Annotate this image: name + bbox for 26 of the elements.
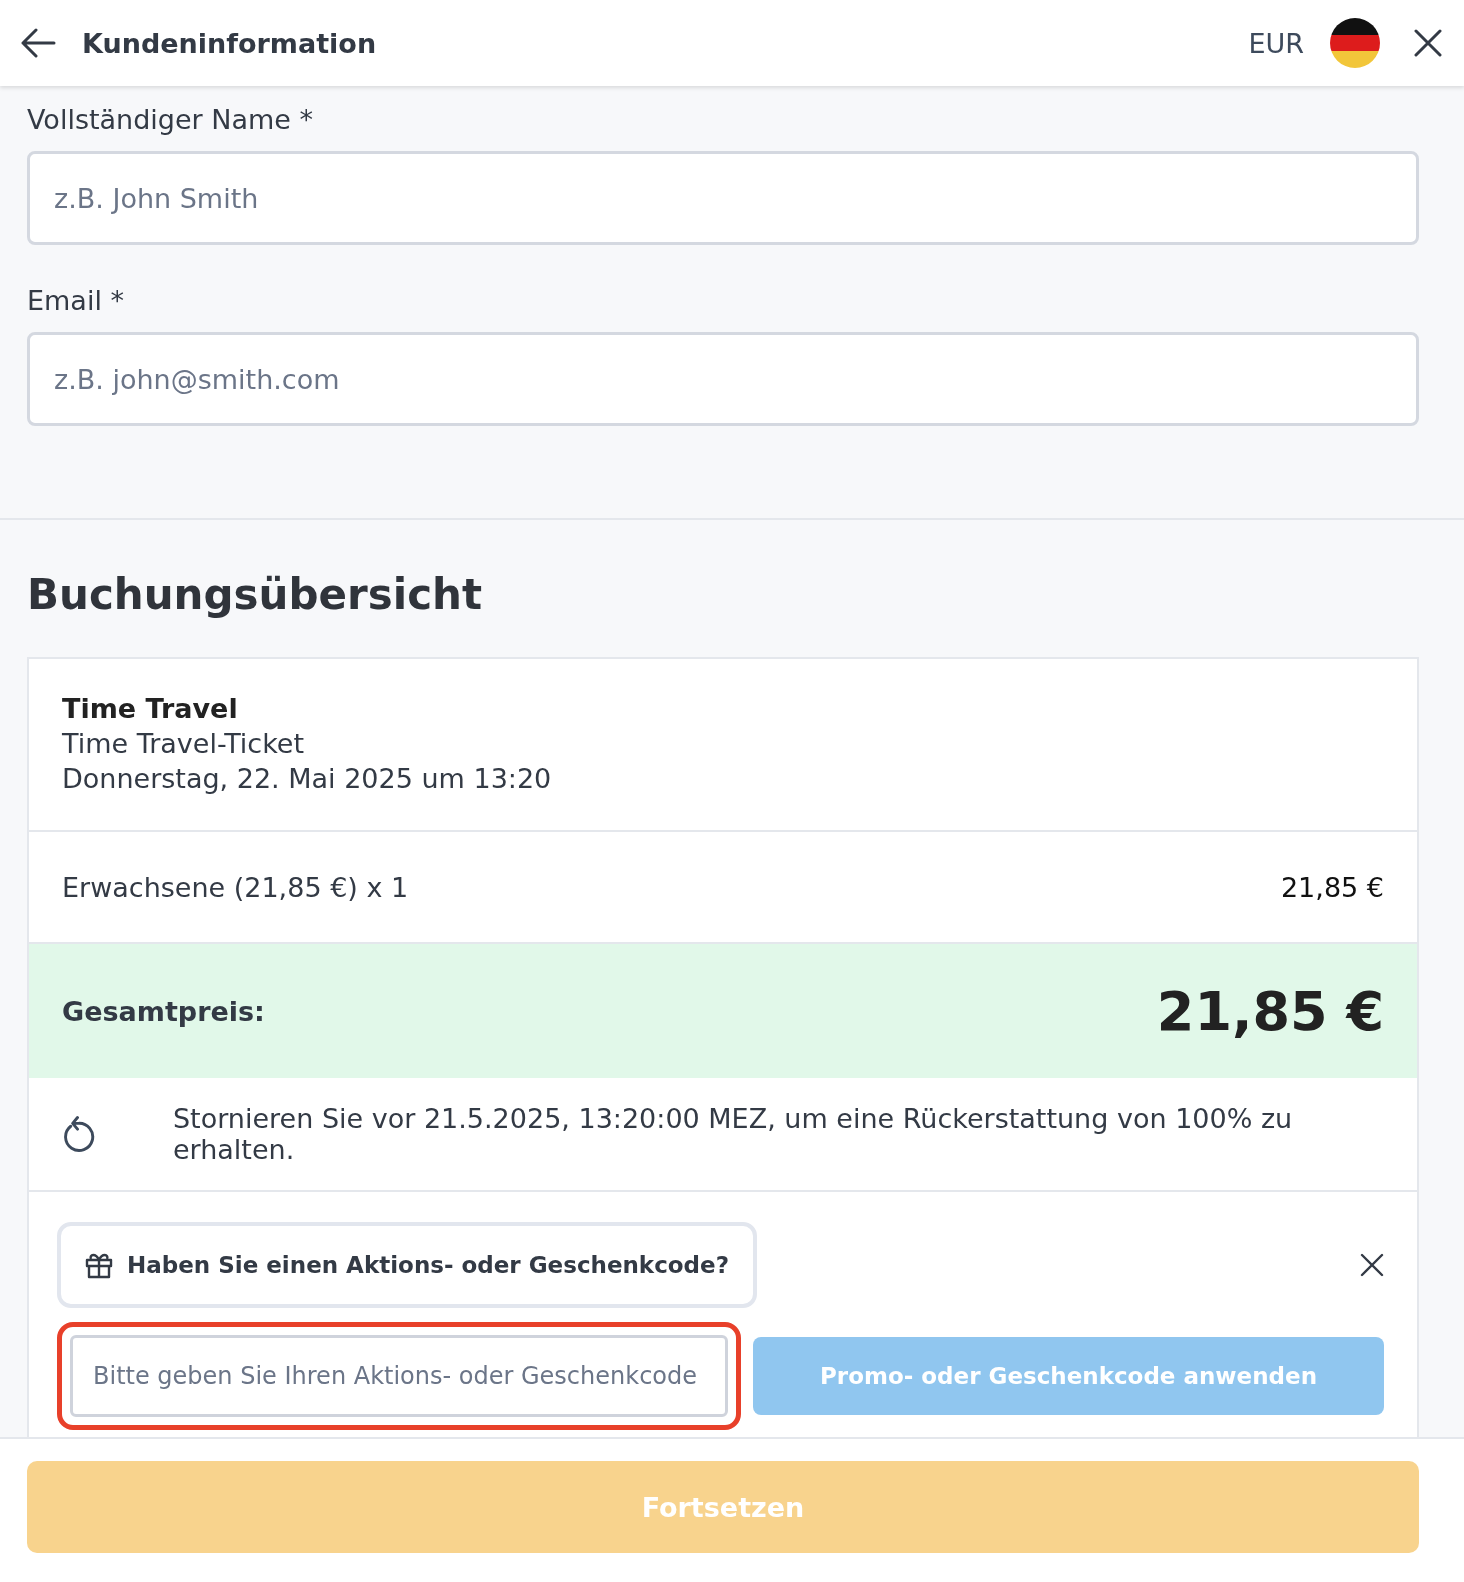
product-name: Time Travel	[62, 693, 239, 724]
flag-icon[interactable]	[1330, 18, 1380, 68]
input-field[interactable]: z.B. john@smith.com	[27, 332, 1419, 426]
close-button[interactable]	[1414, 29, 1442, 57]
back-icon	[20, 28, 56, 58]
booking-date: Donnerstag, 22. Mai 2025 um 13:20	[62, 763, 553, 794]
cancellation-note: Stornieren Sie vor 21.5.2025, 13:20:00 MEZ, um eine Rückerstattung von 100% zu erhalten.	[172, 1103, 1294, 1165]
close-button[interactable]	[1360, 1253, 1384, 1277]
promo-code-field[interactable]: Bitte geben Sie Ihren Aktions- oder Geschenkcode	[57, 1322, 741, 1430]
ticket-type: Time Travel-Ticket	[62, 728, 306, 759]
field-label: Email *	[27, 285, 125, 316]
close-icon	[1414, 29, 1442, 57]
total-label: Gesamtpreis:	[62, 995, 265, 1027]
promo-toggle[interactable]: Haben Sie einen Aktions- oder Geschenkcode?	[57, 1222, 757, 1308]
page-title: Kundeninformation	[82, 27, 378, 59]
close-icon	[1360, 1253, 1384, 1277]
section-heading: Buchungsübersicht	[27, 570, 483, 619]
line-item-amount: 21,85 €	[1280, 871, 1384, 903]
line-item-label: Erwachsene (21,85 €) x 1	[62, 871, 409, 903]
field-label: Vollständiger Name *	[27, 104, 315, 135]
refund-icon	[62, 1115, 95, 1153]
gift-icon	[85, 1251, 113, 1279]
input-field[interactable]: z.B. John Smith	[27, 151, 1419, 245]
back-button[interactable]	[20, 28, 56, 58]
currency-selector[interactable]: EUR	[1248, 27, 1304, 59]
total-amount: 21,85 €	[1156, 979, 1384, 1043]
